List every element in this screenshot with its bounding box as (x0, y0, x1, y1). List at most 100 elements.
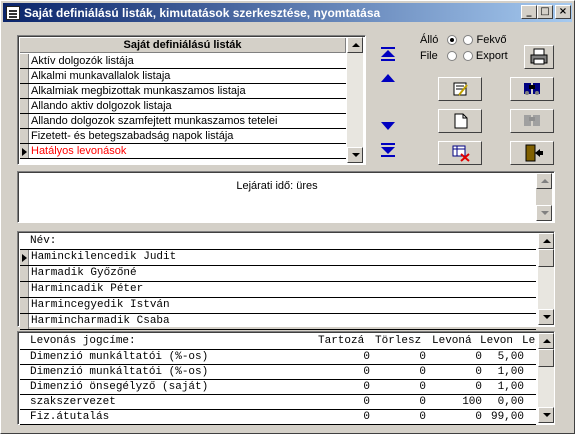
deductions-scroll-up-button[interactable] (538, 333, 554, 349)
names-scrollbar[interactable] (538, 233, 554, 325)
names-scroll-up-button[interactable] (538, 233, 554, 249)
double-down-arrow-icon (381, 143, 395, 157)
names-scroll-down-button[interactable] (538, 309, 554, 325)
deduction-amount-cell: 0,00 (497, 396, 524, 408)
row-indicator (20, 144, 29, 158)
close-button[interactable]: × (555, 5, 571, 19)
list-item[interactable]: Aktív dolgozók listája (20, 54, 346, 69)
move-bottom-button[interactable] (379, 141, 397, 159)
name-row[interactable]: Harmadik Győzőné (20, 266, 536, 282)
row-indicator (20, 282, 29, 297)
deduction-type-cell: Dimenzió munkáltatói (%-os) (30, 351, 209, 363)
deduction-row[interactable]: Fiz.átutalás 0 0 0 99,00 (20, 410, 536, 425)
lists-header: Saját definiálású listák (20, 38, 346, 53)
expiry-scroll-up-button (536, 173, 552, 189)
row-indicator (20, 84, 29, 98)
row-indicator (20, 250, 29, 265)
binoculars-icon (524, 83, 540, 95)
name-cell: Harmadik Győzőné (31, 267, 137, 279)
deduction-row[interactable]: Dimenzió önsegélyző (saját) 0 0 0 1,00 (20, 380, 536, 395)
deduction-deducted-cell: 0 (475, 351, 482, 363)
find-button[interactable] (510, 77, 554, 101)
list-item[interactable]: Alkalmi munkavallalok listaja (20, 69, 346, 84)
deduction-repay-cell: 0 (419, 351, 426, 363)
deductions-scrollbar[interactable] (538, 333, 554, 423)
lists-scroll-down-button[interactable] (347, 147, 363, 163)
names-scroll-thumb[interactable] (538, 249, 554, 267)
list-item[interactable]: Fizetett- és betegszabadság napok listáj… (20, 129, 346, 144)
exit-button[interactable] (510, 141, 554, 165)
edit-list-button[interactable] (438, 77, 482, 101)
delete-button[interactable] (438, 141, 482, 165)
deduction-debt-cell: 0 (363, 366, 370, 378)
lists-scrollbar[interactable] (347, 37, 363, 163)
row-indicator (20, 129, 29, 143)
list-item-label: Fizetett- és betegszabadság napok listáj… (31, 130, 234, 142)
deduction-repay-cell: 0 (419, 411, 426, 423)
expiry-scrollbar (536, 173, 552, 221)
deductions-scroll-down-button[interactable] (538, 407, 554, 423)
row-indicator (20, 298, 29, 313)
deduction-debt-cell: 0 (363, 396, 370, 408)
names-grid: Név: Haminckilencedik Judit Harmadik Győz… (17, 231, 555, 330)
name-row[interactable]: Harmincegyedik István (20, 298, 536, 314)
minimize-button[interactable]: _ (521, 5, 537, 19)
row-indicator (20, 99, 29, 113)
move-up-button[interactable] (379, 71, 397, 85)
deduction-deducted-cell: 0 (475, 381, 482, 393)
list-item-label: Alkalmi munkavallalok listaja (31, 70, 171, 82)
row-indicator (20, 266, 29, 281)
name-row[interactable]: Haminckilencedik Judit (20, 250, 536, 266)
row-indicator (20, 54, 29, 68)
deduction-type-cell: Fiz.átutalás (30, 411, 110, 423)
deduction-debt-cell: 0 (363, 411, 370, 423)
names-header: Név: (20, 234, 536, 250)
row-indicator (20, 314, 29, 329)
lists-grid: Saját definiálású listák Aktív dolgozók … (17, 35, 366, 165)
list-item-label: Allando aktiv dolgozok listaja (31, 100, 172, 112)
new-button[interactable] (438, 109, 482, 133)
deduction-deducted-cell: 100 (462, 396, 482, 408)
expiry-text: Lejárati idő: üres (236, 180, 318, 192)
title-bar: Saját definiálású listák, kimutatások sz… (3, 3, 572, 22)
list-item[interactable]: Alkalmiak megbizottak munkaszamos listaj… (20, 84, 346, 99)
print-button[interactable] (524, 45, 554, 69)
deduction-deducted-cell: 0 (475, 366, 482, 378)
edit-list-icon (453, 82, 468, 96)
maximize-button[interactable]: □ (537, 5, 553, 19)
landscape-radio[interactable] (463, 35, 474, 46)
deduction-row[interactable]: Dimenzió munkáltatói (%-os) 0 0 0 5,00 (20, 350, 536, 365)
move-down-button[interactable] (379, 119, 397, 133)
printer-icon (530, 48, 548, 65)
deduction-row[interactable]: szakszervezet 0 0 100 0,00 (20, 395, 536, 410)
move-top-button[interactable] (379, 45, 397, 63)
binoculars-disabled-icon (524, 115, 540, 126)
row-indicator (20, 114, 29, 128)
name-row[interactable]: Harmincharmadik Csaba (20, 314, 536, 330)
deductions-header-expiry: Lej (522, 335, 536, 347)
deduction-deducted-cell: 0 (475, 411, 482, 423)
window-title: Saját definiálású listák, kimutatások sz… (24, 5, 381, 20)
portrait-radio[interactable] (447, 35, 458, 46)
deductions-header-debt: Tartozá (318, 335, 365, 347)
list-item[interactable]: Hatályos levonások (20, 144, 346, 159)
list-item[interactable]: Allando dolgozok szamfejtett munkaszamos… (20, 114, 346, 129)
row-indicator (20, 69, 29, 83)
file-radio[interactable] (446, 51, 457, 62)
name-cell: Haminckilencedik Judit (31, 251, 177, 263)
export-radio[interactable] (462, 51, 473, 62)
lists-scroll-up-button[interactable] (347, 37, 363, 53)
name-row[interactable]: Harmincadik Péter (20, 282, 536, 298)
deduction-row[interactable]: Dimenzió munkáltatói (%-os) 0 0 0 1,00 (20, 365, 536, 380)
deductions-header-type: Levonás jogcíme: (30, 335, 136, 347)
list-item[interactable]: Allando aktiv dolgozok listaja (20, 99, 346, 114)
deduction-amount-cell: 5,00 (497, 351, 524, 363)
deduction-debt-cell: 0 (363, 351, 370, 363)
app-icon (6, 5, 20, 20)
name-cell: Harmincharmadik Csaba (31, 315, 170, 327)
expiry-scroll-down-button (536, 205, 552, 221)
up-arrow-icon (381, 74, 395, 82)
main-window: Saját definiálású listák, kimutatások sz… (0, 0, 575, 434)
deductions-scroll-thumb[interactable] (538, 349, 554, 367)
list-item-label: Hatályos levonások (31, 145, 127, 157)
